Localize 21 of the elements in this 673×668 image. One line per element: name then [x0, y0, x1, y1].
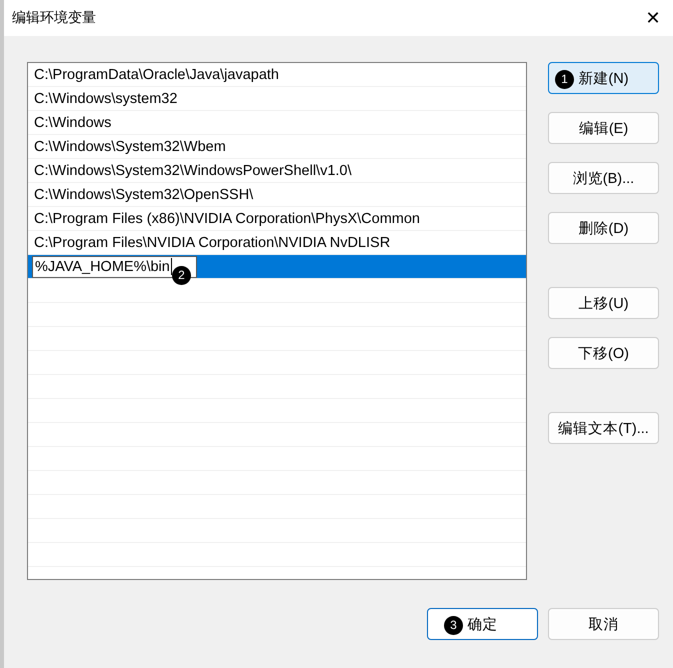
- path-item[interactable]: C:\Windows\system32: [28, 87, 526, 111]
- path-item[interactable]: C:\Windows: [28, 111, 526, 135]
- path-item[interactable]: C:\Program Files (x86)\NVIDIA Corporation\PhysX\Common: [28, 207, 526, 231]
- dialog-button[interactable]: 3 确定: [427, 608, 538, 640]
- close-button[interactable]: ✕: [633, 0, 673, 36]
- window-title: 编辑环境变量: [12, 9, 96, 27]
- action-button[interactable]: 浏览(B)...: [548, 162, 659, 194]
- action-button[interactable]: 删除(D): [548, 212, 659, 244]
- path-item[interactable]: C:\Windows\System32\WindowsPowerShell\v1.0\: [28, 159, 526, 183]
- action-button[interactable]: 上移(U): [548, 287, 659, 319]
- dialog-button[interactable]: 取消: [548, 608, 659, 640]
- path-item[interactable]: C:\ProgramData\Oracle\Java\javapath: [28, 63, 526, 87]
- step-badge: 2: [172, 266, 191, 285]
- step-badge: 3: [444, 616, 463, 635]
- path-item[interactable]: C:\Windows\System32\Wbem: [28, 135, 526, 159]
- action-button[interactable]: 编辑文本(T)...: [548, 412, 659, 444]
- path-item[interactable]: C:\Windows\System32\OpenSSH\: [28, 183, 526, 207]
- step-badge: 1: [555, 70, 574, 89]
- action-button[interactable]: 1 新建(N): [548, 62, 659, 94]
- action-button[interactable]: 编辑(E): [548, 112, 659, 144]
- action-button[interactable]: 下移(O): [548, 337, 659, 369]
